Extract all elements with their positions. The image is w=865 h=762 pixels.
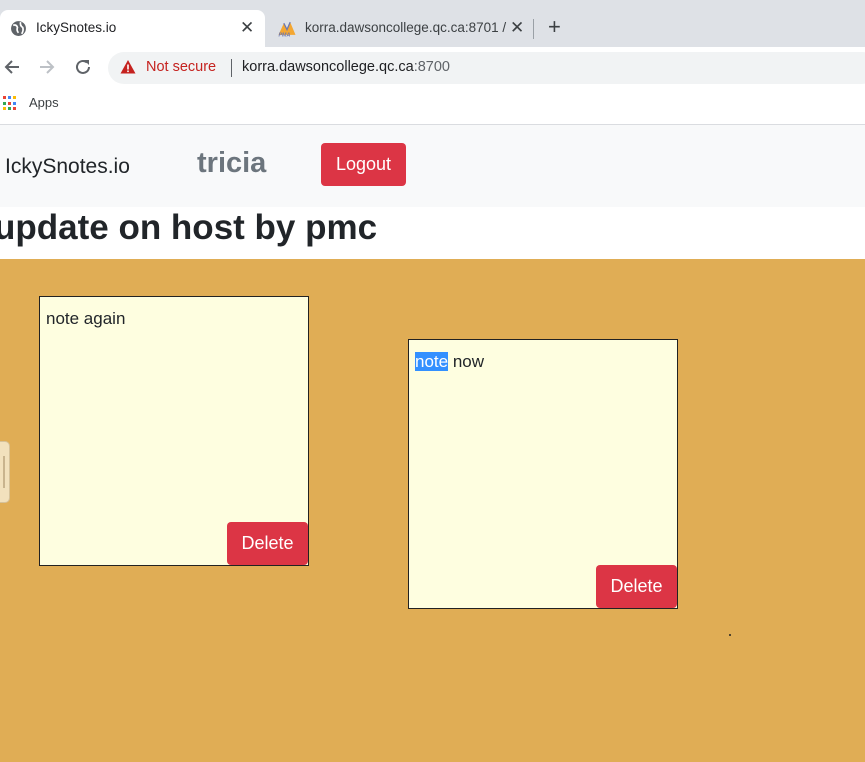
note-text-content: now bbox=[448, 352, 485, 371]
back-arrow-icon[interactable] bbox=[2, 57, 22, 77]
note-text[interactable]: note again bbox=[46, 309, 125, 329]
tab-phpmyadmin[interactable]: PMA korra.dawsoncollege.qc.ca:8701 / ✕ bbox=[265, 10, 535, 47]
url-host: korra.dawsoncollege.qc.ca bbox=[242, 59, 414, 75]
sticky-note[interactable]: note now Delete bbox=[408, 339, 678, 609]
bookmarks-bar: Apps bbox=[0, 89, 865, 125]
address-bar[interactable]: Not secure korra.dawsoncollege.qc.ca:870… bbox=[108, 52, 865, 84]
url-port: :8700 bbox=[413, 59, 450, 75]
notes-board: note again Delete note now Delete bbox=[0, 259, 865, 762]
delete-note-button[interactable]: Delete bbox=[596, 565, 677, 608]
not-secure-label[interactable]: Not secure bbox=[146, 59, 216, 75]
sticky-note[interactable]: note again Delete bbox=[39, 296, 309, 566]
phpmyadmin-icon: PMA bbox=[278, 21, 296, 37]
svg-text:PMA: PMA bbox=[279, 32, 291, 37]
current-username: tricia bbox=[197, 147, 267, 179]
selected-text: note bbox=[415, 352, 449, 371]
tab-title: korra.dawsoncollege.qc.ca:8701 / bbox=[305, 20, 507, 35]
new-tab-button[interactable]: + bbox=[548, 15, 561, 39]
logout-button[interactable]: Logout bbox=[321, 143, 406, 186]
forward-arrow-icon[interactable] bbox=[37, 57, 57, 77]
tab-ickysnotes[interactable]: IckySnotes.io ✕ bbox=[0, 10, 265, 47]
browser-tabstrip: IckySnotes.io ✕ PMA korra.dawsoncollege.… bbox=[0, 0, 865, 47]
board-title: update on host by pmc bbox=[0, 208, 378, 247]
app-navbar: IckySnotes.io tricia Logout bbox=[0, 125, 865, 207]
apps-grid-icon[interactable] bbox=[3, 96, 18, 111]
tab-title: IckySnotes.io bbox=[36, 20, 117, 35]
app-brand[interactable]: IckySnotes.io bbox=[5, 155, 130, 179]
reload-icon[interactable] bbox=[73, 57, 93, 77]
globe-icon bbox=[11, 21, 26, 36]
cursor-speck bbox=[729, 634, 731, 636]
close-tab-icon[interactable]: ✕ bbox=[240, 18, 254, 38]
browser-toolbar: Not secure korra.dawsoncollege.qc.ca:870… bbox=[0, 47, 865, 89]
tab-separator bbox=[533, 19, 534, 39]
note-text-content: note again bbox=[46, 309, 126, 328]
delete-note-button[interactable]: Delete bbox=[227, 522, 308, 565]
close-tab-icon[interactable]: ✕ bbox=[510, 18, 524, 38]
warning-triangle-icon[interactable] bbox=[120, 59, 136, 75]
bookmark-apps[interactable]: Apps bbox=[29, 95, 59, 110]
url-text[interactable]: korra.dawsoncollege.qc.ca:8700 bbox=[242, 59, 450, 75]
omnibox-divider bbox=[231, 59, 232, 77]
note-text[interactable]: note now bbox=[415, 352, 484, 372]
side-drag-handle[interactable] bbox=[0, 441, 10, 503]
